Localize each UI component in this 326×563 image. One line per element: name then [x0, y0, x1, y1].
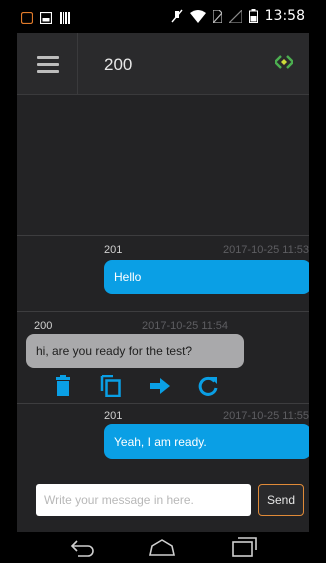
message-item[interactable]: 201 2017-10-25 11:55 Yeah, I am ready.	[17, 404, 309, 466]
message-timestamp: 2017-10-25 11:53	[222, 244, 309, 256]
status-time: 13:58	[264, 8, 305, 24]
conversation-title: 200	[104, 55, 133, 74]
message-bubble[interactable]: Hello	[104, 260, 309, 294]
forward-icon[interactable]	[149, 375, 171, 397]
barcode-notification-icon	[60, 12, 70, 24]
message-bubble[interactable]: Yeah, I am ready.	[104, 424, 309, 459]
home-icon[interactable]	[147, 536, 177, 558]
send-button[interactable]: Send	[258, 484, 304, 516]
message-input[interactable]	[36, 484, 251, 516]
chat-header: 200	[17, 33, 309, 95]
mute-icon	[171, 9, 183, 23]
copy-icon[interactable]	[100, 375, 122, 397]
connection-status-icon	[275, 55, 293, 69]
chat-screen: 13:58 200 201 2017-10-25 11:53 Hello 200	[17, 0, 309, 563]
menu-button[interactable]	[17, 33, 78, 95]
message-sender: 200	[34, 320, 53, 332]
retry-icon[interactable]	[197, 375, 219, 397]
message-sender: 201	[104, 410, 123, 422]
wifi-icon	[189, 9, 206, 23]
battery-icon	[248, 9, 258, 23]
signal-icon	[228, 9, 242, 23]
message-item[interactable]: 201 2017-10-25 11:53 Hello	[17, 236, 309, 312]
message-timestamp: 2017-10-25 11:55	[222, 410, 309, 422]
message-sender: 201	[104, 244, 123, 256]
status-bar: 13:58	[17, 0, 309, 33]
back-icon[interactable]	[68, 536, 98, 558]
app-notification-icon	[21, 12, 33, 24]
no-sim-icon	[212, 9, 222, 23]
message-composer: Send	[17, 484, 309, 532]
image-notification-icon	[40, 12, 52, 24]
message-actions	[17, 371, 309, 401]
trash-icon[interactable]	[52, 375, 74, 397]
hamburger-menu-icon	[37, 56, 59, 59]
notification-icons	[21, 12, 71, 24]
message-bubble[interactable]: hi, are you ready for the test?	[26, 334, 244, 368]
recent-apps-icon[interactable]	[229, 536, 259, 558]
system-icons: 13:58	[171, 8, 305, 24]
system-nav-bar	[17, 532, 309, 563]
message-timestamp: 2017-10-25 11:54	[142, 320, 229, 332]
